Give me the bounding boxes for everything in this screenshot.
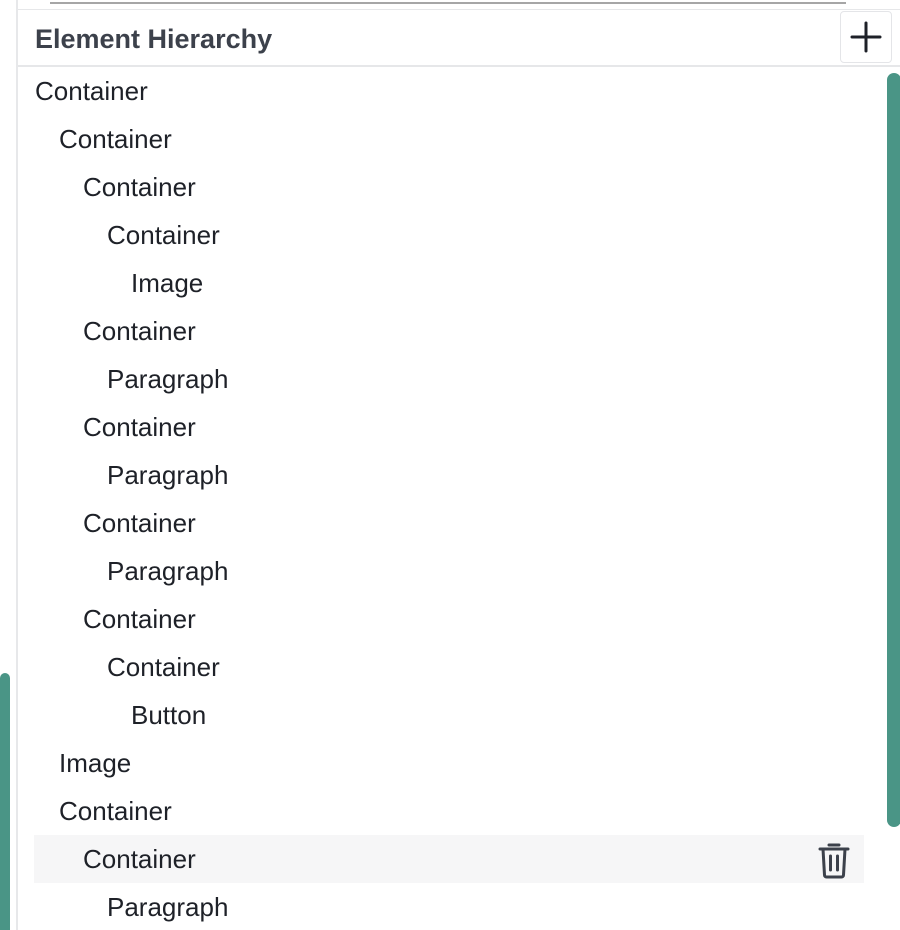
tree-item-label: Container [59, 124, 172, 154]
tree-item-label: Container [83, 412, 196, 442]
tree-item-label: Container [107, 652, 220, 682]
tree-item-label: Container [83, 172, 196, 202]
tree-item[interactable]: Container [34, 595, 864, 643]
tree-item[interactable]: Container [34, 499, 864, 547]
tree-item-label: Container [59, 796, 172, 826]
outer-scrollbar-thumb[interactable] [0, 673, 10, 930]
delete-element-button[interactable] [814, 839, 854, 879]
panel-title: Element Hierarchy [35, 24, 273, 54]
plus-icon [850, 21, 882, 53]
tree-item[interactable]: Container [34, 307, 864, 355]
tree-item-label: Container [35, 76, 148, 106]
tree-item-label: Paragraph [107, 364, 229, 394]
tree-item-label: Paragraph [107, 460, 229, 490]
tree-item[interactable]: Container [34, 787, 864, 835]
tree-item[interactable]: Paragraph [34, 355, 864, 403]
tree-item-label: Container [107, 220, 220, 250]
tree-item-label: Container [83, 508, 196, 538]
tree-item[interactable]: Button [34, 691, 864, 739]
tree-item[interactable]: Container [34, 835, 864, 883]
page: Element Hierarchy Container Container Cont… [0, 0, 900, 930]
top-divider [50, 2, 846, 4]
tree-item-label: Container [83, 316, 196, 346]
tree-item[interactable]: Container [34, 403, 864, 451]
trash-icon [818, 843, 850, 879]
tree-scrollbar-thumb[interactable] [887, 73, 900, 827]
tree-item[interactable]: Image [34, 739, 864, 787]
tree-item[interactable]: Container [34, 643, 864, 691]
tree-item-label: Paragraph [107, 556, 229, 586]
tree-item-label: Button [131, 700, 207, 730]
tree-item[interactable]: Paragraph [34, 451, 864, 499]
tree-item[interactable]: Container [34, 211, 864, 259]
tree-item-label: Image [131, 268, 204, 298]
tree-item[interactable]: Container [34, 67, 864, 115]
panel-header: Element Hierarchy [18, 10, 900, 67]
tree-item[interactable]: Container [34, 115, 864, 163]
element-hierarchy-panel: Element Hierarchy Container Container Cont… [16, 0, 900, 930]
tree-item[interactable]: Paragraph [34, 547, 864, 595]
tree-item-label: Container [83, 844, 196, 874]
tree-item-label: Image [59, 748, 132, 778]
add-element-button[interactable] [840, 11, 892, 63]
tree-item[interactable]: Image [34, 259, 864, 307]
tree-item[interactable]: Container [34, 163, 864, 211]
element-tree: Container Container Container Container Imag… [34, 67, 864, 930]
tree-item[interactable]: Paragraph [34, 883, 864, 930]
tree-item-label: Container [83, 604, 196, 634]
tree-item-label: Paragraph [107, 892, 229, 922]
